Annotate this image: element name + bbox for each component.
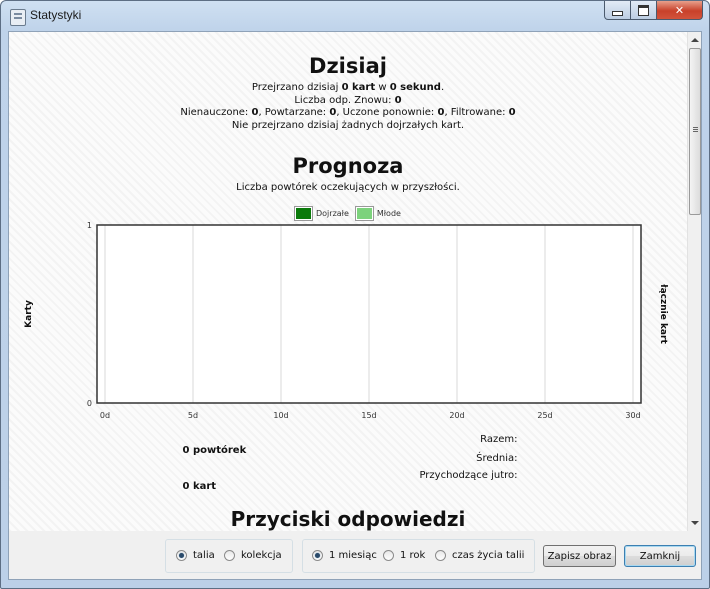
tomorrow-row: Przychodzące jutro: 0 kart — [9, 470, 687, 492]
vertical-scrollbar[interactable] — [687, 32, 701, 531]
scroll-down-icon[interactable] — [691, 521, 699, 525]
radio-month-indicator — [312, 550, 323, 561]
radio-year-label: 1 rok — [400, 550, 426, 561]
y-tick-label: 1 — [87, 221, 92, 230]
radio-year-indicator — [383, 550, 394, 561]
radio-deck-indicator — [176, 550, 187, 561]
radio-collection-label: kolekcja — [241, 550, 282, 561]
x-tick-label: 30d — [625, 411, 640, 420]
y-axis-label: Karty — [24, 300, 34, 328]
grip-icon — [693, 127, 698, 128]
close-window-button[interactable]: ✕ — [657, 1, 703, 20]
scroll-up-icon[interactable] — [691, 38, 699, 42]
period-group: 1 miesiąc 1 rok czas życia talii — [302, 539, 535, 573]
close-icon: ✕ — [674, 3, 685, 17]
radio-month-label: 1 miesiąc — [329, 550, 377, 561]
x-tick-label: 25d — [537, 411, 552, 420]
radio-deck-life[interactable]: czas życia talii — [435, 550, 524, 561]
y2-axis-label: łącznie kart — [658, 283, 668, 344]
client-area: Dzisiaj Przejrzano dzisiaj 0 kart w 0 se… — [8, 31, 702, 580]
scroll-thumb[interactable] — [689, 48, 701, 215]
x-tick-label: 15d — [361, 411, 376, 420]
app-icon — [10, 9, 26, 26]
tomorrow-value: 0 kart — [182, 481, 217, 492]
tomorrow-label: Przychodzące jutro: — [419, 470, 518, 481]
radio-collection[interactable]: kolekcja — [224, 550, 282, 561]
window-title: Statystyki — [30, 8, 82, 22]
minimize-button[interactable] — [604, 1, 631, 20]
title-bar[interactable]: Statystyki ✕ — [1, 1, 709, 31]
forecast-chart: 0d 5d 10d 15d 20d 25d 30d 0 1 Karty łącznie kart — [24, 221, 668, 420]
average-label: Średnia: — [476, 453, 518, 464]
stats-window: Statystyki ✕ Dzisiaj Przejrzano dzisiaj … — [0, 0, 710, 589]
minimize-icon — [612, 10, 623, 16]
x-tick-label: 10d — [273, 411, 288, 420]
answers-title: Przyciski odpowiedzi — [230, 507, 466, 531]
radio-collection-indicator — [224, 550, 235, 561]
scope-group: talia kolekcja — [165, 539, 293, 573]
radio-deck-label: talia — [193, 550, 215, 561]
maximize-icon — [638, 4, 649, 16]
close-button[interactable]: Zamknij — [624, 545, 696, 567]
x-tick-label: 5d — [188, 411, 198, 420]
y-tick-label: 0 — [87, 399, 92, 408]
radio-month[interactable]: 1 miesiąc — [312, 550, 377, 561]
bottom-bar: talia kolekcja 1 miesiąc 1 rok czas życi… — [9, 531, 701, 579]
save-image-button[interactable]: Zapisz obraz — [543, 545, 616, 567]
x-tick-label: 20d — [449, 411, 464, 420]
radio-deck[interactable]: talia — [176, 550, 215, 561]
radio-year[interactable]: 1 rok — [383, 550, 425, 561]
stats-content: Dzisiaj Przejrzano dzisiaj 0 kart w 0 se… — [9, 32, 687, 531]
maximize-button[interactable] — [631, 1, 657, 20]
radio-deck-life-label: czas życia talii — [452, 550, 525, 561]
radio-deck-life-indicator — [435, 550, 446, 561]
total-label: Razem: — [480, 434, 518, 445]
x-tick-label: 0d — [100, 411, 110, 420]
